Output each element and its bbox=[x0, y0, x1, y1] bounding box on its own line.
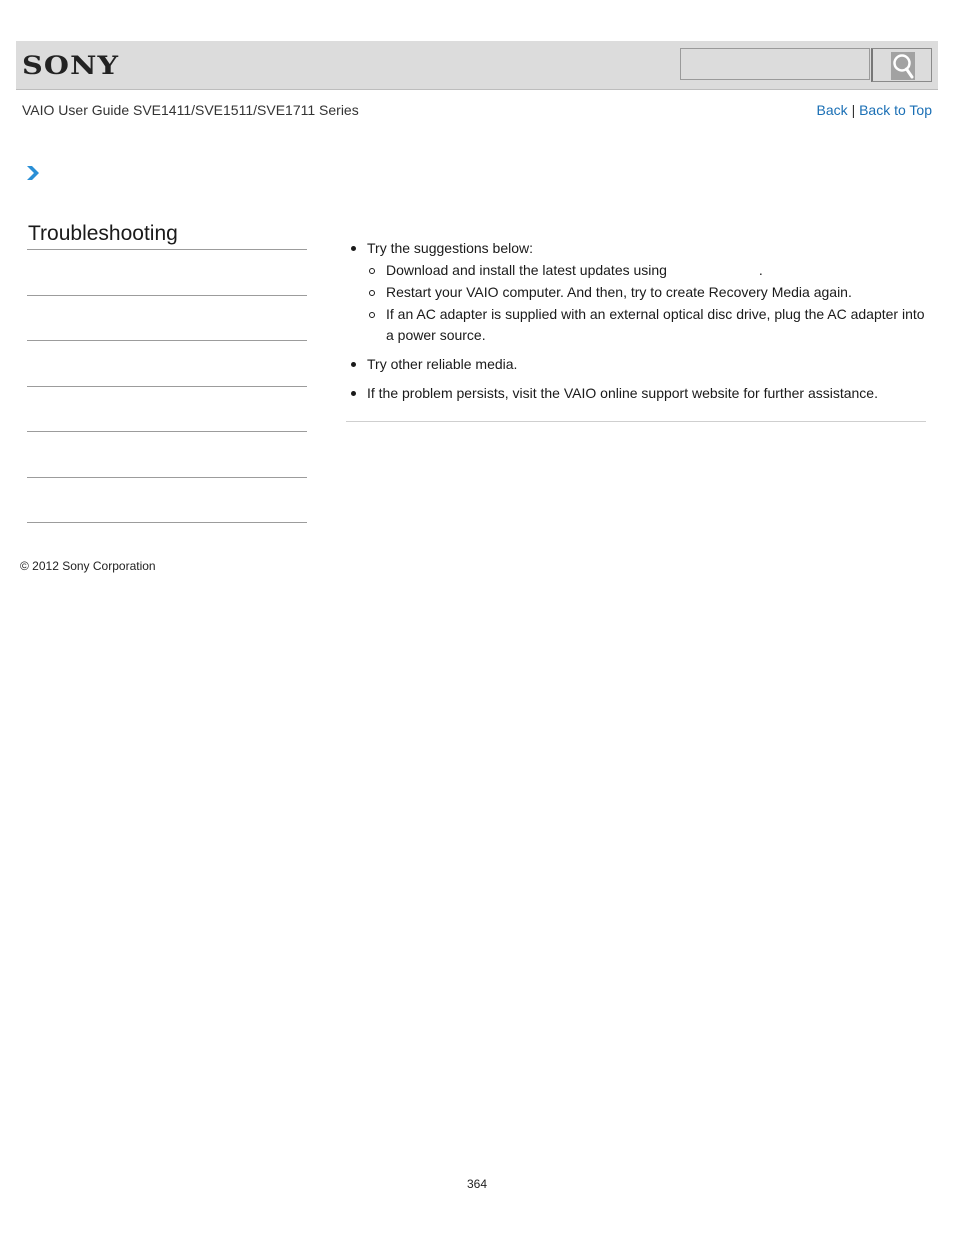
sub-list-item-text: Download and install the latest updates … bbox=[386, 262, 667, 278]
list-item-text: Try the suggestions below: bbox=[367, 240, 534, 256]
sidebar-title[interactable]: Troubleshooting bbox=[28, 222, 178, 246]
sidebar-item[interactable] bbox=[27, 340, 307, 386]
sub-list-item: Download and install the latest updates … bbox=[367, 260, 927, 281]
link-separator: | bbox=[851, 102, 856, 118]
sidebar-list bbox=[27, 249, 307, 523]
main-content: Try the suggestions below: Download and … bbox=[347, 238, 927, 412]
list-item: If the problem persists, visit the VAIO … bbox=[347, 383, 927, 404]
sidebar-item[interactable] bbox=[27, 294, 307, 341]
sidebar-item[interactable] bbox=[27, 431, 307, 477]
sub-list-item: Restart your VAIO computer. And then, tr… bbox=[367, 282, 927, 303]
list-item: Try other reliable media. bbox=[347, 354, 927, 375]
page-number: 364 bbox=[466, 1177, 488, 1191]
sub-list-item: If an AC adapter is supplied with an ext… bbox=[367, 304, 927, 346]
back-to-top-link[interactable]: Back to Top bbox=[859, 102, 932, 118]
chevron-right-icon[interactable] bbox=[26, 165, 40, 181]
sidebar-item[interactable] bbox=[27, 385, 307, 432]
sidebar-item[interactable] bbox=[27, 476, 307, 523]
list-item: Try the suggestions below: Download and … bbox=[347, 238, 927, 346]
back-link[interactable]: Back bbox=[817, 102, 848, 118]
suggestion-list: Try the suggestions below: Download and … bbox=[347, 238, 927, 404]
sidebar-item[interactable] bbox=[27, 249, 307, 295]
search-input[interactable] bbox=[680, 48, 870, 80]
guide-title: VAIO User Guide SVE1411/SVE1511/SVE1711 … bbox=[22, 102, 359, 118]
sub-list-item-punct: . bbox=[758, 262, 763, 278]
sony-logo: SONY bbox=[22, 51, 120, 80]
search-button[interactable] bbox=[871, 48, 932, 82]
copyright: © 2012 Sony Corporation bbox=[20, 559, 156, 573]
content-divider bbox=[346, 421, 926, 422]
top-links: Back | Back to Top bbox=[817, 102, 932, 118]
sub-list: Download and install the latest updates … bbox=[367, 260, 927, 346]
header-bar: SONY bbox=[16, 41, 938, 90]
magnifier-icon bbox=[891, 52, 915, 80]
